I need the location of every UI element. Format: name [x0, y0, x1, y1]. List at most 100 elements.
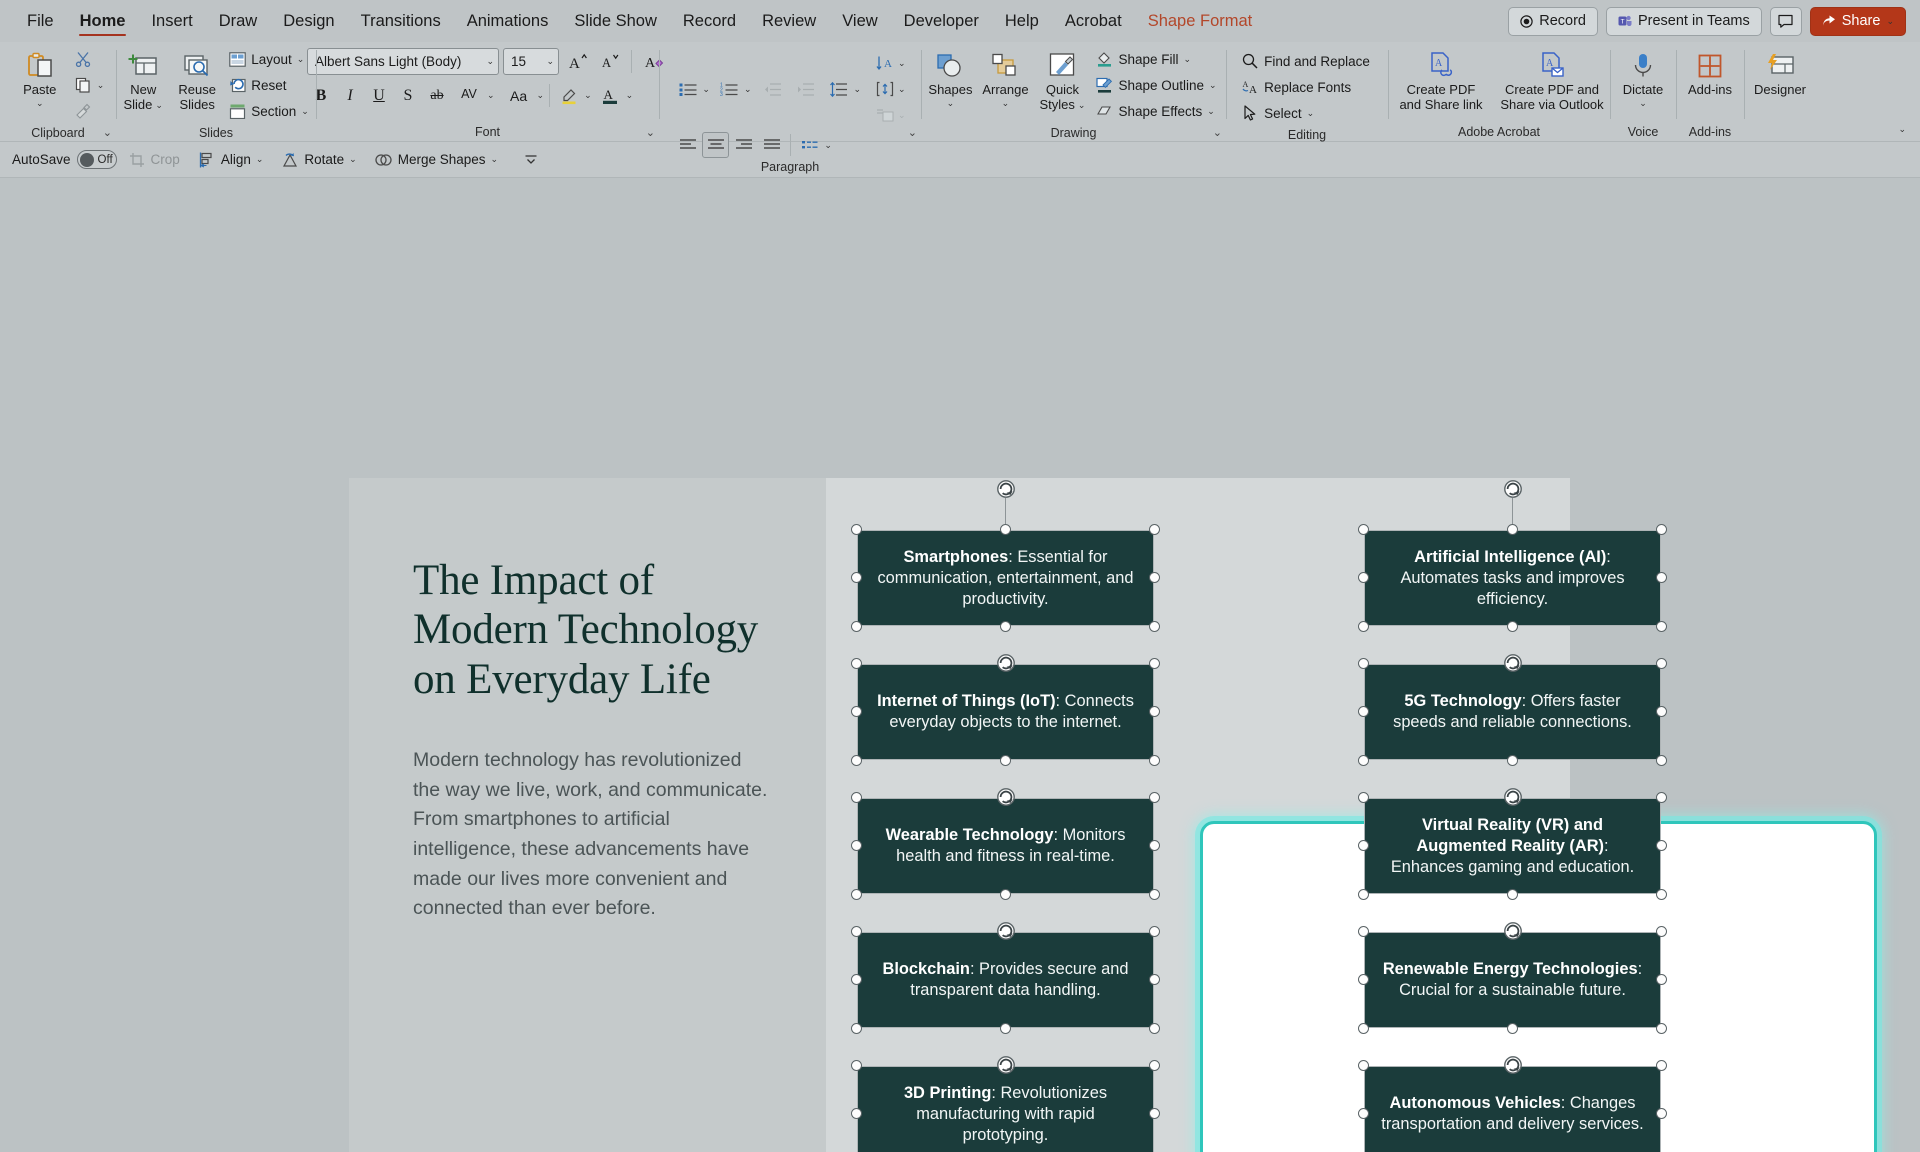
resize-handle-ml[interactable] [851, 1108, 862, 1119]
resize-handle-bc[interactable] [1000, 1023, 1011, 1034]
rotate-handle[interactable] [1502, 920, 1524, 942]
resize-handle-tc[interactable] [1507, 524, 1518, 535]
crop-button[interactable]: Crop [121, 148, 187, 172]
resize-handle-tr[interactable] [1149, 792, 1160, 803]
section-button[interactable]: Section ⌄ [225, 98, 315, 124]
font-size-input[interactable]: 15 ⌄ [503, 48, 559, 75]
decrease-font-size-button[interactable]: A [595, 48, 623, 75]
arrange-button[interactable]: Arrange ⌄ [978, 46, 1032, 111]
align-left-button[interactable] [674, 132, 701, 158]
shapes-button[interactable]: Shapes ⌄ [924, 46, 976, 111]
resize-handle-tl[interactable] [851, 524, 862, 535]
chevron-down-icon[interactable]: ⌄ [898, 84, 906, 95]
resize-handle-ml[interactable] [851, 706, 862, 717]
resize-handle-tl[interactable] [1358, 1060, 1369, 1071]
resize-handle-mr[interactable] [1149, 706, 1160, 717]
find-and-replace-button[interactable]: Find and Replace [1238, 48, 1376, 74]
present-in-teams-button[interactable]: T Present in Teams [1606, 7, 1762, 36]
resize-handle-tl[interactable] [1358, 524, 1369, 535]
shape-card-body[interactable]: Renewable Energy Technologies: Crucial f… [1364, 932, 1661, 1028]
shape-card[interactable]: 3D Printing: Revolutionizes manufacturin… [857, 1066, 1154, 1152]
resize-handle-bc[interactable] [1507, 889, 1518, 900]
resize-handle-bl[interactable] [851, 889, 862, 900]
resize-handle-mr[interactable] [1656, 706, 1667, 717]
resize-handle-mr[interactable] [1149, 572, 1160, 583]
resize-handle-ml[interactable] [1358, 974, 1369, 985]
tab-transitions[interactable]: Transitions [348, 0, 454, 42]
columns-button[interactable] [796, 132, 823, 158]
slide-body-text[interactable]: Modern technology has revolutionized the… [413, 746, 773, 924]
shape-card[interactable]: 5G Technology: Offers faster speeds and … [1364, 664, 1661, 760]
tab-review[interactable]: Review [749, 0, 829, 42]
strikethrough-button[interactable]: ab [423, 82, 451, 109]
resize-handle-tr[interactable] [1149, 658, 1160, 669]
shape-card-body[interactable]: Autonomous Vehicles: Changes transportat… [1364, 1066, 1661, 1152]
slide-title[interactable]: The Impact of Modern Technology on Every… [413, 556, 803, 704]
convert-to-smartart-button[interactable] [871, 102, 898, 128]
cut-button[interactable] [70, 46, 97, 72]
resize-handle-tr[interactable] [1656, 524, 1667, 535]
resize-handle-mr[interactable] [1149, 1108, 1160, 1119]
create-pdf-share-outlook-button[interactable]: A Create PDF and Share via Outlook [1495, 46, 1609, 116]
resize-handle-ml[interactable] [1358, 840, 1369, 851]
resize-handle-tl[interactable] [1358, 658, 1369, 669]
chevron-down-icon[interactable]: ⌄ [854, 84, 862, 95]
shape-card-body[interactable]: Internet of Things (IoT): Connects every… [857, 664, 1154, 760]
reuse-slides-button[interactable]: Reuse Slides [171, 46, 223, 116]
collapse-ribbon-button[interactable]: ⌄ [1898, 124, 1906, 135]
more-commands-button[interactable] [517, 151, 545, 169]
tab-file[interactable]: File [14, 0, 67, 42]
resize-handle-br[interactable] [1149, 755, 1160, 766]
bullets-button[interactable] [674, 76, 701, 102]
resize-handle-tl[interactable] [851, 926, 862, 937]
tab-shape-format[interactable]: Shape Format [1135, 0, 1266, 42]
tab-developer[interactable]: Developer [891, 0, 992, 42]
tab-design[interactable]: Design [270, 0, 347, 42]
resize-handle-bl[interactable] [851, 621, 862, 632]
resize-handle-mr[interactable] [1656, 1108, 1667, 1119]
resize-handle-tl[interactable] [1358, 926, 1369, 937]
text-shadow-button[interactable]: S [394, 82, 422, 109]
clipboard-dialog-launcher[interactable]: ⌄ [103, 126, 112, 139]
chevron-down-icon[interactable]: ⌄ [898, 58, 906, 69]
chevron-down-icon[interactable]: ⌄ [487, 90, 495, 101]
designer-button[interactable]: Designer [1750, 46, 1810, 101]
resize-handle-bc[interactable] [1000, 889, 1011, 900]
dictate-button[interactable]: Dictate ⌄ [1616, 46, 1670, 111]
resize-handle-bc[interactable] [1507, 755, 1518, 766]
resize-handle-tr[interactable] [1656, 1060, 1667, 1071]
resize-handle-tr[interactable] [1656, 658, 1667, 669]
resize-handle-tl[interactable] [851, 1060, 862, 1071]
resize-handle-br[interactable] [1149, 621, 1160, 632]
rotate-handle[interactable] [1502, 786, 1524, 808]
paste-button[interactable]: Paste ⌄ [12, 46, 68, 111]
chevron-down-icon[interactable]: ⌄ [486, 56, 494, 67]
resize-handle-tl[interactable] [851, 658, 862, 669]
chevron-down-icon[interactable]: ⌄ [702, 84, 710, 95]
font-color-button[interactable]: A [597, 82, 625, 109]
resize-handle-tr[interactable] [1656, 926, 1667, 937]
shape-card-body[interactable]: Artificial Intelligence (AI): Automates … [1364, 530, 1661, 626]
chevron-down-icon[interactable]: ⌄ [537, 90, 545, 101]
tab-record[interactable]: Record [670, 0, 749, 42]
rotate-handle[interactable] [995, 920, 1017, 942]
change-case-button[interactable]: Aa [502, 82, 536, 109]
resize-handle-bl[interactable] [1358, 621, 1369, 632]
tab-animations[interactable]: Animations [454, 0, 562, 42]
resize-handle-tr[interactable] [1149, 524, 1160, 535]
shape-outline-button[interactable]: Shape Outline ⌄ [1092, 72, 1222, 98]
copy-button[interactable] [70, 72, 97, 98]
resize-handle-bl[interactable] [1358, 889, 1369, 900]
chevron-down-icon[interactable]: ⌄ [584, 90, 592, 101]
tab-view[interactable]: View [829, 0, 890, 42]
resize-handle-mr[interactable] [1656, 572, 1667, 583]
text-highlight-button[interactable] [555, 82, 583, 109]
rotate-handle[interactable] [1502, 652, 1524, 674]
align-button[interactable]: Align ⌄ [191, 148, 271, 172]
rotate-handle[interactable] [1502, 1054, 1524, 1076]
autosave-toggle[interactable]: Off [77, 150, 117, 169]
resize-handle-tr[interactable] [1656, 792, 1667, 803]
shape-card[interactable]: Autonomous Vehicles: Changes transportat… [1364, 1066, 1661, 1152]
layout-button[interactable]: Layout ⌄ [225, 46, 315, 72]
resize-handle-br[interactable] [1656, 755, 1667, 766]
